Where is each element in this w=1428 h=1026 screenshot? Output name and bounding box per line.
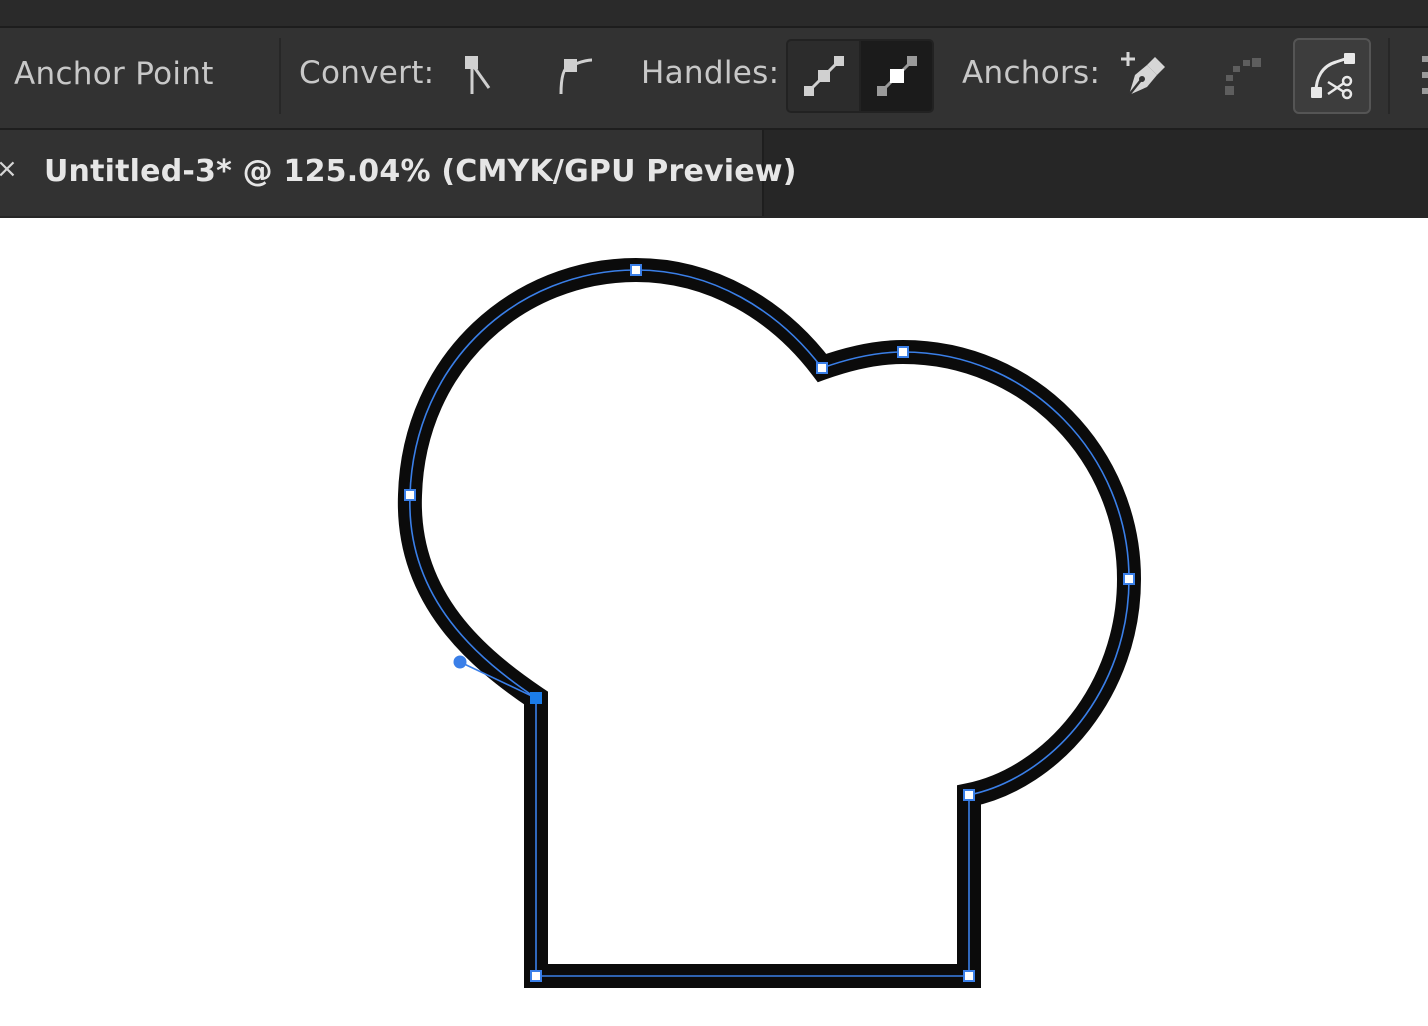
anchor-point[interactable]	[530, 970, 542, 982]
convert-to-smooth-icon	[559, 58, 593, 95]
artwork-svg[interactable]	[0, 218, 1428, 1026]
handles-label: Handles:	[641, 55, 780, 91]
hide-handles-button[interactable]	[861, 41, 932, 111]
shape-stroke[interactable]	[397, 257, 1142, 988]
handles-toggle-group	[786, 39, 934, 113]
show-handles-button[interactable]	[788, 41, 860, 111]
connect-anchors-icon	[1225, 58, 1261, 95]
anchors-label: Anchors:	[962, 55, 1101, 91]
divider	[279, 38, 281, 114]
document-tab-title: Untitled-3* @ 125.04% (CMYK/GPU Preview)	[44, 154, 797, 189]
anchor-point[interactable]	[404, 489, 416, 501]
pen-add-anchor-button[interactable]	[1108, 40, 1178, 110]
anchor-point[interactable]	[816, 362, 828, 374]
document-tab-bar: × Untitled-3* @ 125.04% (CMYK/GPU Previe…	[0, 130, 1428, 218]
document-tab[interactable]: × Untitled-3* @ 125.04% (CMYK/GPU Previe…	[0, 130, 796, 216]
close-tab-icon[interactable]: ×	[0, 156, 18, 182]
show-handles-icon	[804, 56, 844, 96]
convert-label: Convert:	[299, 55, 435, 91]
artboard-canvas[interactable]	[0, 218, 1428, 1026]
anchor-point[interactable]	[630, 264, 642, 276]
anchor-point[interactable]	[1123, 573, 1135, 585]
cut-path-at-anchor-icon	[1311, 53, 1355, 100]
panel-overflow-grip-icon[interactable]	[1422, 56, 1428, 98]
anchor-point[interactable]	[963, 789, 975, 801]
convert-to-corner-icon	[465, 56, 491, 94]
hide-handles-icon	[877, 56, 917, 96]
divider	[1388, 38, 1390, 114]
selected-anchor-point[interactable]	[530, 692, 542, 704]
control-bar: Anchor Point Convert: Handles: Anchors:	[0, 28, 1428, 130]
direction-handle-point[interactable]	[453, 655, 467, 669]
convert-to-smooth-button[interactable]	[537, 40, 607, 110]
convert-to-corner-button[interactable]	[445, 40, 515, 110]
anchor-point[interactable]	[897, 346, 909, 358]
pen-add-anchor-icon	[1121, 52, 1165, 96]
anchor-point[interactable]	[963, 970, 975, 982]
tool-name-label: Anchor Point	[14, 56, 214, 92]
top-menu-strip	[0, 0, 1428, 28]
connect-anchors-button[interactable]	[1203, 40, 1273, 110]
cut-path-at-anchor-button[interactable]	[1293, 38, 1371, 114]
